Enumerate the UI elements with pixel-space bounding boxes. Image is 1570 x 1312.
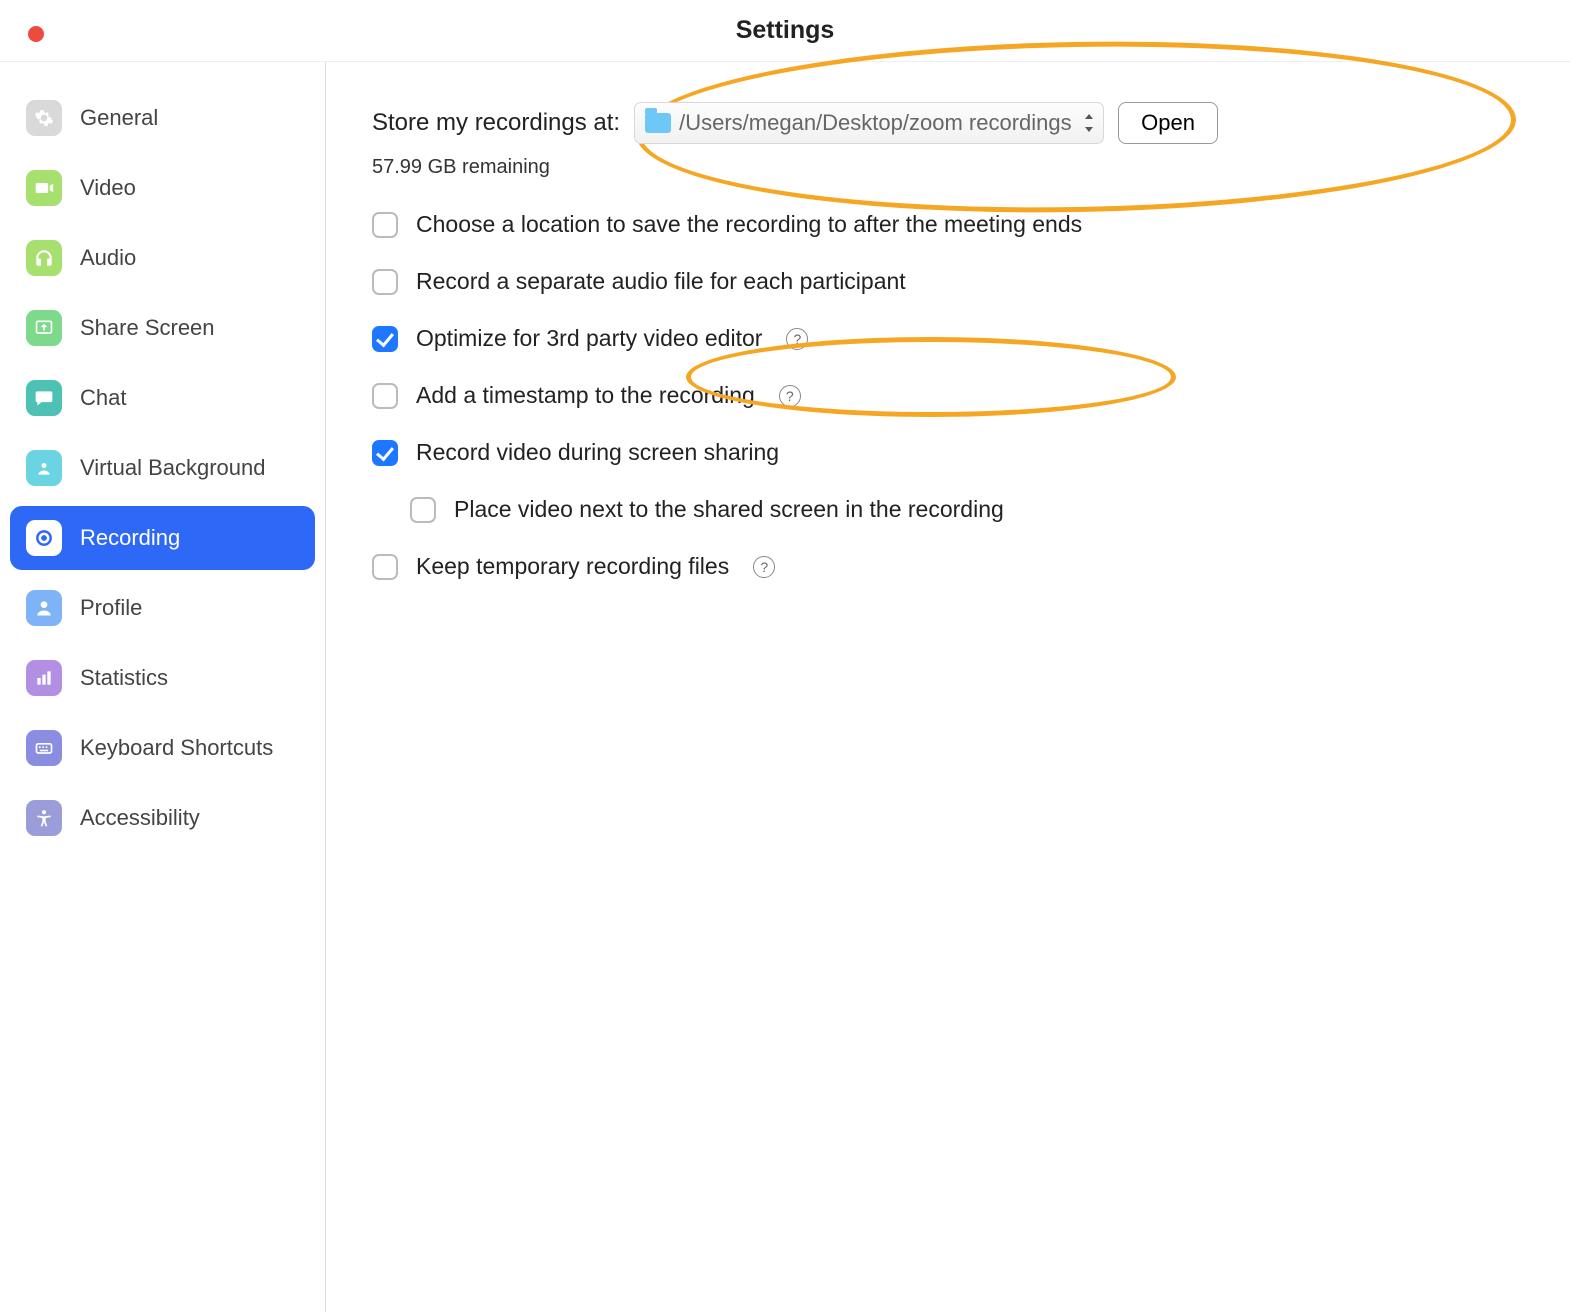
help-icon[interactable]: ? <box>786 328 808 350</box>
option-label: Choose a location to save the recording … <box>416 211 1082 238</box>
sidebar-label: Profile <box>80 595 142 621</box>
sidebar-item-chat[interactable]: Chat <box>10 366 315 430</box>
record-icon <box>26 520 62 556</box>
recording-path-value: /Users/megan/Desktop/zoom recordings <box>679 110 1072 136</box>
sidebar-item-virtual-background[interactable]: Virtual Background <box>10 436 315 500</box>
sidebar-label: Chat <box>80 385 126 411</box>
sidebar-label: Video <box>80 175 136 201</box>
help-icon[interactable]: ? <box>779 385 801 407</box>
sidebar-label: Recording <box>80 525 180 551</box>
sidebar-item-keyboard-shortcuts[interactable]: Keyboard Shortcuts <box>10 716 315 780</box>
recording-path-dropdown[interactable]: /Users/megan/Desktop/zoom recordings <box>634 102 1104 144</box>
sidebar-label: Accessibility <box>80 805 200 831</box>
checkbox[interactable] <box>410 497 436 523</box>
titlebar: Settings <box>0 0 1570 62</box>
option-label: Record a separate audio file for each pa… <box>416 268 906 295</box>
keyboard-icon <box>26 730 62 766</box>
video-icon <box>26 170 62 206</box>
option-place-video-next: Place video next to the shared screen in… <box>410 496 1524 523</box>
checkbox[interactable] <box>372 326 398 352</box>
open-folder-button[interactable]: Open <box>1118 102 1218 144</box>
option-separate-audio: Record a separate audio file for each pa… <box>372 268 1524 295</box>
checkbox[interactable] <box>372 440 398 466</box>
folder-icon <box>645 113 671 133</box>
profile-icon <box>26 590 62 626</box>
checkbox[interactable] <box>372 383 398 409</box>
headphones-icon <box>26 240 62 276</box>
help-icon[interactable]: ? <box>753 556 775 578</box>
window-close-button[interactable] <box>28 26 44 42</box>
sidebar-item-accessibility[interactable]: Accessibility <box>10 786 315 850</box>
settings-sidebar: General Video Audio Share Screen <box>0 62 326 1312</box>
store-location-row: Store my recordings at: /Users/megan/Des… <box>372 102 1524 144</box>
dropdown-arrows-icon <box>1083 114 1095 132</box>
checkbox[interactable] <box>372 212 398 238</box>
sidebar-label: Keyboard Shortcuts <box>80 735 273 761</box>
option-keep-temp-files: Keep temporary recording files ? <box>372 553 1524 580</box>
option-label: Keep temporary recording files <box>416 553 729 580</box>
sidebar-label: Audio <box>80 245 136 271</box>
share-screen-icon <box>26 310 62 346</box>
sidebar-item-recording[interactable]: Recording <box>10 506 315 570</box>
storage-remaining-label: 57.99 GB remaining <box>372 156 1524 179</box>
sidebar-item-share-screen[interactable]: Share Screen <box>10 296 315 360</box>
sidebar-item-video[interactable]: Video <box>10 156 315 220</box>
option-label: Add a timestamp to the recording <box>416 382 755 409</box>
option-label: Record video during screen sharing <box>416 439 779 466</box>
option-choose-location: Choose a location to save the recording … <box>372 211 1524 238</box>
sidebar-label: Virtual Background <box>80 455 266 481</box>
gear-icon <box>26 100 62 136</box>
option-label: Optimize for 3rd party video editor <box>416 325 762 352</box>
statistics-icon <box>26 660 62 696</box>
recording-settings-panel: Store my recordings at: /Users/megan/Des… <box>326 62 1570 1312</box>
sidebar-label: Share Screen <box>80 315 215 341</box>
virtual-background-icon <box>26 450 62 486</box>
option-optimize-3rd-party: Optimize for 3rd party video editor ? <box>372 325 1524 352</box>
checkbox[interactable] <box>372 554 398 580</box>
sidebar-label: Statistics <box>80 665 168 691</box>
sidebar-label: General <box>80 105 158 131</box>
chat-icon <box>26 380 62 416</box>
checkbox[interactable] <box>372 269 398 295</box>
sidebar-item-general[interactable]: General <box>10 86 315 150</box>
sidebar-item-statistics[interactable]: Statistics <box>10 646 315 710</box>
option-timestamp: Add a timestamp to the recording ? <box>372 382 1524 409</box>
store-location-label: Store my recordings at: <box>372 109 620 137</box>
sidebar-item-profile[interactable]: Profile <box>10 576 315 640</box>
option-record-during-share: Record video during screen sharing <box>372 439 1524 466</box>
window-title: Settings <box>736 16 835 45</box>
accessibility-icon <box>26 800 62 836</box>
option-label: Place video next to the shared screen in… <box>454 496 1004 523</box>
sidebar-item-audio[interactable]: Audio <box>10 226 315 290</box>
